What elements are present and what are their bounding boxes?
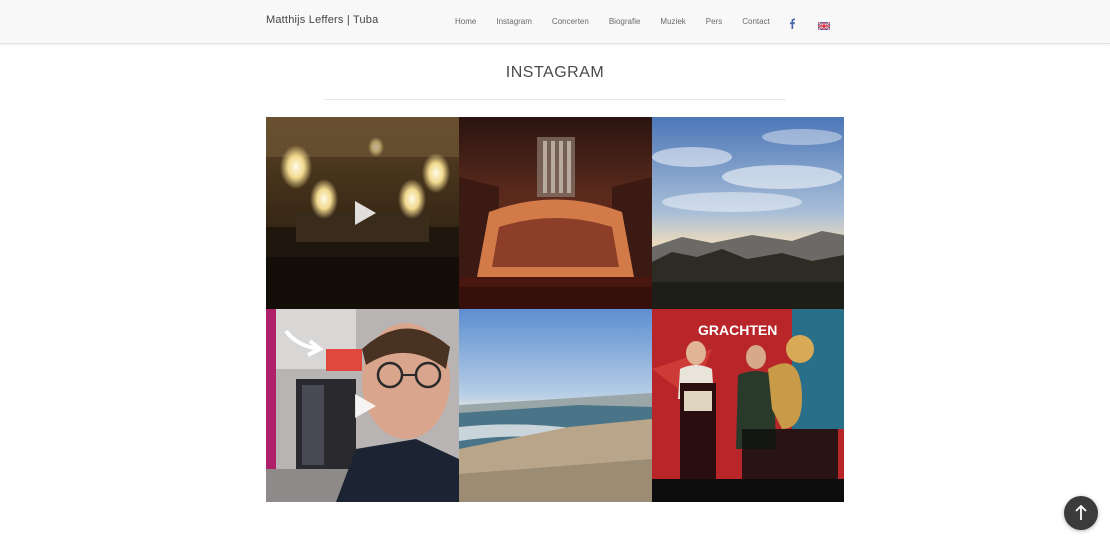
instagram-post-4[interactable] xyxy=(266,309,459,502)
poster-text: GRACHTEN xyxy=(698,322,777,338)
instagram-post-1[interactable] xyxy=(266,117,459,309)
post-image xyxy=(459,117,652,309)
instagram-post-6[interactable]: GRACHTEN xyxy=(652,309,844,502)
site-brand[interactable]: Matthijs Leffers | Tuba xyxy=(266,14,378,26)
instagram-post-3[interactable] xyxy=(652,117,844,309)
nav-pers[interactable]: Pers xyxy=(706,17,722,26)
back-to-top-button[interactable] xyxy=(1064,496,1098,530)
main-nav: Home Instagram Concerten Biografie Muzie… xyxy=(455,15,831,31)
arrow-up-icon xyxy=(1075,505,1087,520)
nav-concerten[interactable]: Concerten xyxy=(552,17,589,26)
post-image xyxy=(652,117,844,309)
facebook-icon[interactable] xyxy=(788,16,796,29)
title-divider xyxy=(324,99,786,100)
nav-instagram[interactable]: Instagram xyxy=(496,17,532,26)
page-title: INSTAGRAM xyxy=(505,64,605,81)
play-icon xyxy=(354,393,376,418)
instagram-grid: GRACHTEN xyxy=(266,117,844,502)
nav-home[interactable]: Home xyxy=(455,17,476,26)
uk-flag-icon[interactable] xyxy=(817,17,831,31)
instagram-post-5[interactable] xyxy=(459,309,652,502)
nav-contact[interactable]: Contact xyxy=(742,17,770,26)
post-image: GRACHTEN xyxy=(652,309,844,502)
instagram-post-2[interactable] xyxy=(459,117,652,309)
play-icon xyxy=(354,201,376,225)
navbar: Matthijs Leffers | Tuba Home Instagram C… xyxy=(0,0,1110,44)
post-image xyxy=(459,309,652,502)
nav-muziek[interactable]: Muziek xyxy=(660,17,685,26)
nav-biografie[interactable]: Biografie xyxy=(609,17,641,26)
